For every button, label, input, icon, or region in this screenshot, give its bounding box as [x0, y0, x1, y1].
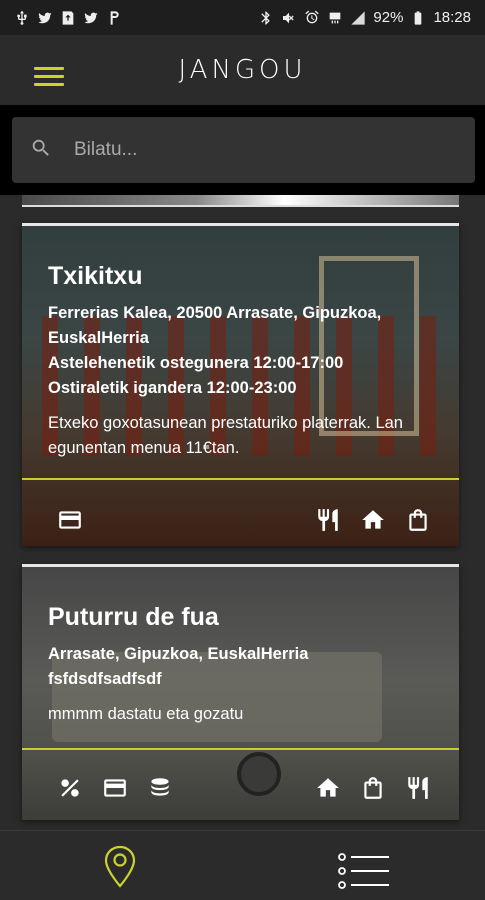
search-container	[0, 105, 485, 195]
opening-hours: Astelehenetik ostegunera 12:00-17:00	[48, 354, 344, 372]
feature-icons	[22, 774, 459, 801]
feature-icons	[22, 506, 459, 533]
utensils-icon[interactable]	[314, 506, 341, 533]
restaurant-name: Txikitxu	[48, 262, 143, 290]
app-bar: JANGOU	[0, 35, 485, 105]
home-icon[interactable]	[314, 774, 341, 801]
signal-icon	[350, 10, 366, 26]
restaurant-card[interactable]: Txikitxu Ferrerias Kalea, 20500 Arrasate…	[22, 223, 459, 546]
mute-icon	[281, 10, 297, 26]
bluetooth-icon	[258, 10, 274, 26]
shopping-bag-icon[interactable]	[404, 506, 431, 533]
map-pin-icon	[102, 845, 138, 893]
coins-icon[interactable]	[146, 774, 173, 801]
restaurant-list[interactable]: Txikitxu Ferrerias Kalea, 20500 Arrasate…	[0, 195, 485, 830]
list-view-button[interactable]	[337, 853, 391, 894]
credit-card-icon[interactable]	[101, 774, 128, 801]
restaurant-name: Puturru de fua	[48, 603, 219, 631]
pinterest-icon	[106, 10, 122, 26]
system-icons: 92% 18:28	[258, 9, 471, 26]
opening-hours: Ostiraletik igandera 12:00-23:00	[48, 379, 297, 397]
twitter-icon	[83, 10, 99, 26]
home-icon[interactable]	[359, 506, 386, 533]
restaurant-description: Etxeko goxotasunean prestaturiko platerr…	[48, 414, 403, 457]
percent-icon[interactable]	[56, 774, 83, 801]
search-bar[interactable]	[12, 117, 475, 183]
restaurant-address: Arrasate, Gipuzkoa, EuskalHerria	[48, 645, 309, 663]
battery-icon	[410, 10, 426, 26]
divider	[22, 748, 459, 750]
bottom-navigation	[0, 830, 485, 900]
backup-icon	[60, 10, 76, 26]
restaurant-card[interactable]: Puturru de fua Arrasate, Gipuzkoa, Euska…	[22, 564, 459, 820]
credit-card-icon[interactable]	[56, 506, 83, 533]
map-button[interactable]	[102, 845, 138, 894]
list-icon	[337, 853, 391, 893]
divider	[22, 478, 459, 480]
data-icon	[327, 10, 343, 26]
usb-icon	[14, 10, 30, 26]
utensils-icon[interactable]	[404, 774, 431, 801]
twitter-icon	[37, 10, 53, 26]
notification-icons	[14, 10, 122, 26]
clock: 18:28	[433, 9, 471, 26]
battery-percent: 92%	[373, 9, 404, 26]
search-icon	[30, 137, 52, 164]
previous-card-peek	[22, 195, 459, 207]
status-bar: 92% 18:28	[0, 0, 485, 35]
restaurant-description: mmmm dastatu eta gozatu	[48, 705, 244, 723]
restaurant-address: Ferrerias Kalea, 20500 Arrasate, Gipuzko…	[48, 304, 382, 347]
shopping-bag-icon[interactable]	[359, 774, 386, 801]
alarm-icon	[304, 10, 320, 26]
search-input[interactable]	[74, 139, 434, 161]
opening-hours: fsfdsdfsadfsdf	[48, 670, 162, 688]
app-logo: JANGOU	[178, 55, 307, 85]
